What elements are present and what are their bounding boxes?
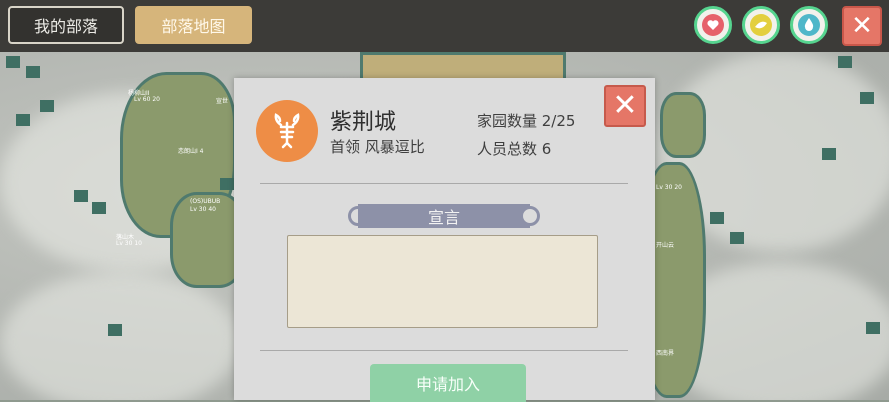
member-count: 人员总数 6: [477, 140, 552, 158]
map-label: Lv 30 40: [190, 206, 216, 213]
close-dialog-button[interactable]: ✕: [604, 85, 646, 127]
map-tile: [40, 100, 54, 112]
divider: [260, 350, 628, 351]
close-map-button[interactable]: ✕: [842, 6, 882, 46]
tribe-name: 紫荆城: [330, 110, 397, 135]
health-status[interactable]: [694, 6, 732, 44]
tribe-emblem: [256, 100, 318, 162]
map-tile: [838, 56, 852, 68]
water-drop-icon: [798, 14, 820, 36]
map-tile: [26, 66, 40, 78]
apply-join-button[interactable]: 申请加入: [370, 364, 526, 402]
map-tile: [730, 232, 744, 244]
map-label: Lv 30 10: [116, 240, 142, 247]
food-icon: [750, 14, 772, 36]
heart-icon: [702, 14, 724, 36]
tribe-leader: 首领 风暴逗比: [330, 138, 425, 156]
map-tile: [866, 322, 880, 334]
map-tile: [16, 114, 30, 126]
divider: [260, 183, 628, 184]
lobster-icon: [274, 113, 300, 149]
map-tile: [860, 92, 874, 104]
map-label: 宣世: [216, 98, 229, 105]
home-count: 家园数量 2/25: [477, 112, 576, 130]
hunger-status[interactable]: [742, 6, 780, 44]
map-tile: [822, 148, 836, 160]
declaration-text-area[interactable]: [287, 235, 598, 328]
map-label: Lv 30 20: [656, 184, 682, 191]
map-label: Lv 60 20: [134, 96, 160, 103]
map-tile: [108, 324, 122, 336]
map-island[interactable]: [660, 92, 706, 158]
declaration-header: 宣言: [348, 204, 540, 228]
map-tile: [220, 178, 234, 190]
map-tile: [92, 202, 106, 214]
tab-my-tribe[interactable]: 我的部落: [8, 6, 124, 44]
tribe-info-dialog: 紫荆城 首领 风暴逗比 家园数量 2/25 人员总数 6 ✕ 宣言 申请加入: [234, 78, 655, 402]
ribbon-scroll-icon: [520, 206, 540, 226]
map-tile: [74, 190, 88, 202]
map-label: 开山云: [656, 242, 675, 249]
map-tile: [710, 212, 724, 224]
map-label: (OS)UBUB: [190, 198, 221, 205]
map-tile: [6, 56, 20, 68]
tab-tribe-map[interactable]: 部落地图: [135, 6, 252, 44]
thirst-status[interactable]: [790, 6, 828, 44]
map-label: 西南界: [656, 350, 675, 357]
map-label: 恋朗山I 4: [178, 148, 204, 155]
close-icon: ✕: [851, 11, 873, 41]
declaration-title: 宣言: [427, 208, 460, 227]
top-bar: 我的部落 部落地图 ✕: [0, 0, 889, 52]
close-icon: ✕: [612, 88, 638, 123]
